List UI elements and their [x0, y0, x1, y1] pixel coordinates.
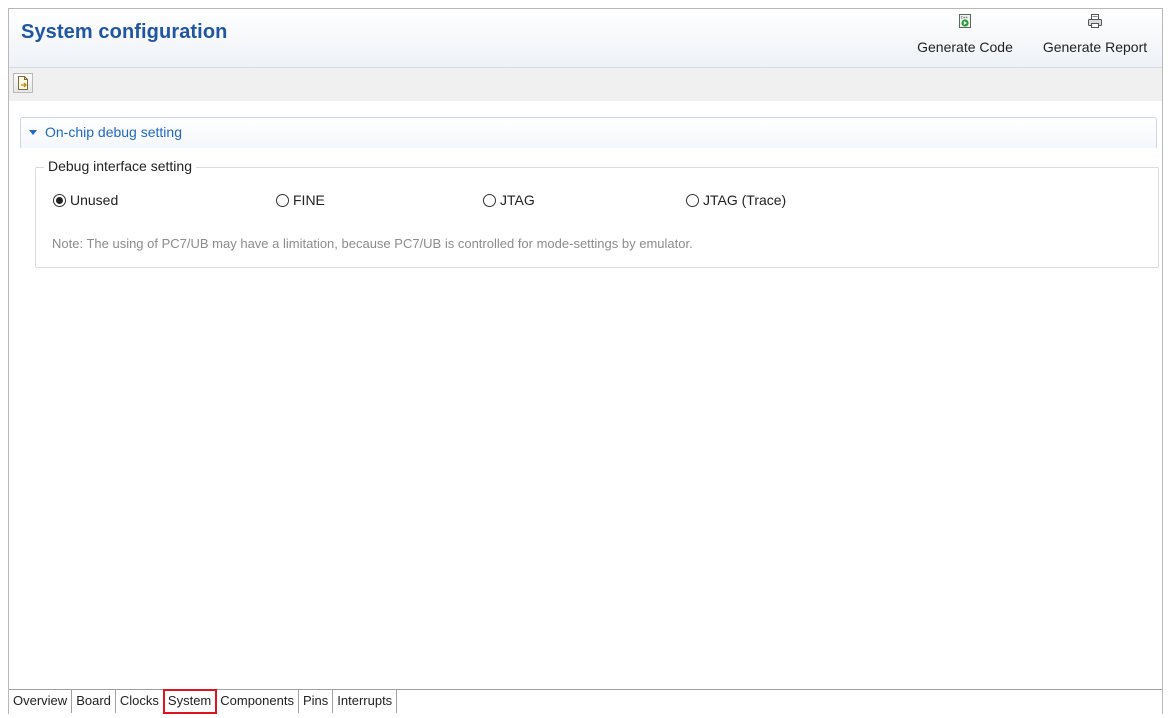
- radio-label: JTAG (Trace): [703, 192, 787, 208]
- svg-text:c++: c++: [961, 15, 969, 20]
- bottom-tab-bar: Overview Board Clocks System Components …: [9, 689, 1162, 714]
- radio-fine[interactable]: FINE: [276, 192, 325, 208]
- radio-circle: [686, 193, 699, 207]
- radio-circle: [276, 193, 289, 207]
- pc7-limitation-note: Note: The using of PC7/UB may have a lim…: [52, 236, 693, 251]
- tab-system[interactable]: System: [162, 689, 218, 714]
- tab-interrupts[interactable]: Interrupts: [333, 690, 398, 713]
- radio-jtag[interactable]: JTAG: [483, 192, 535, 208]
- generate-report-button[interactable]: Generate Report: [1033, 11, 1157, 65]
- tab-overview[interactable]: Overview: [9, 690, 73, 713]
- section-toggle[interactable]: On-chip debug setting: [29, 124, 182, 140]
- export-button[interactable]: [13, 73, 33, 93]
- printer-icon: [1088, 14, 1102, 28]
- tab-pins[interactable]: Pins: [299, 690, 334, 713]
- export-document-icon: [18, 76, 28, 90]
- editor-frame: System configuration c++ Generate Code G…: [8, 8, 1163, 714]
- section-title: On-chip debug setting: [45, 124, 182, 140]
- group-legend: Debug interface setting: [44, 158, 196, 174]
- generate-code-button[interactable]: c++ Generate Code: [909, 11, 1021, 65]
- radio-jtag-trace[interactable]: JTAG (Trace): [686, 192, 786, 208]
- chevron-down-icon: [29, 130, 37, 135]
- radio-circle: [483, 193, 496, 207]
- radio-unused[interactable]: Unused: [53, 192, 118, 208]
- tab-components[interactable]: Components: [216, 690, 299, 713]
- header-bar: System configuration c++ Generate Code G…: [9, 9, 1162, 68]
- tab-clocks[interactable]: Clocks: [116, 690, 164, 713]
- page-title: System configuration: [21, 21, 228, 43]
- radio-circle: [53, 193, 66, 207]
- radio-label: FINE: [293, 192, 325, 208]
- generate-report-label: Generate Report: [1042, 39, 1148, 55]
- tab-board[interactable]: Board: [72, 690, 116, 713]
- debug-interface-group: Debug interface setting Unused FINE JTAG…: [35, 158, 1159, 268]
- radio-label: Unused: [70, 192, 119, 208]
- generate-code-label: Generate Code: [917, 39, 1013, 55]
- generate-code-icon: c++: [959, 14, 971, 28]
- on-chip-debug-section-header: On-chip debug setting: [20, 117, 1157, 148]
- toolbar: [9, 68, 1162, 101]
- radio-label: JTAG: [500, 192, 535, 208]
